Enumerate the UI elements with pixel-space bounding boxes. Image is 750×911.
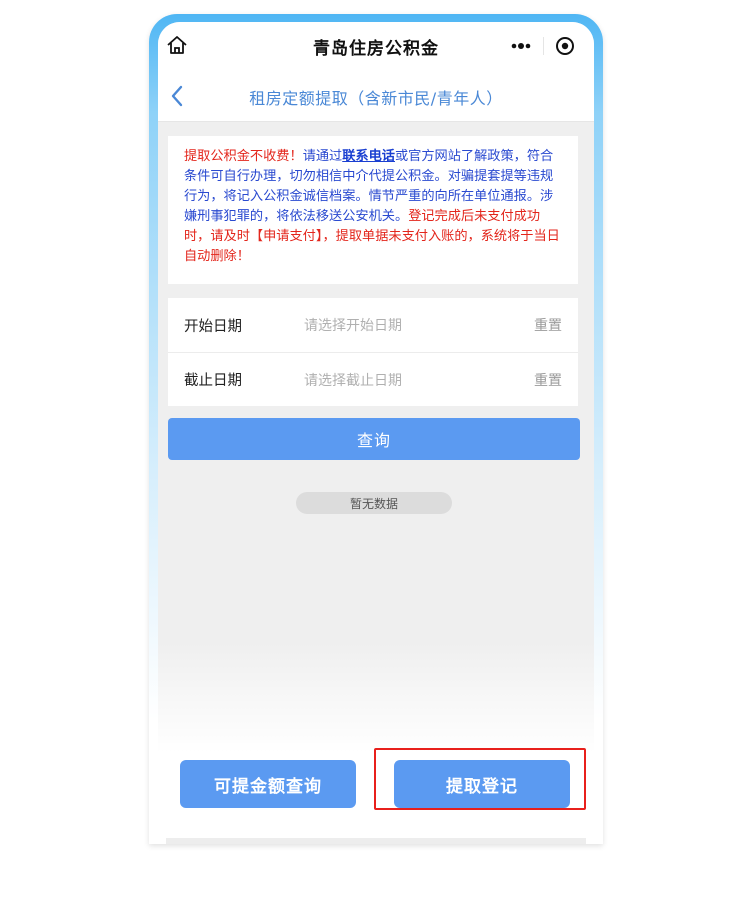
capsule-menu: [500, 31, 586, 61]
more-icon[interactable]: [500, 31, 543, 61]
query-button[interactable]: 查询: [168, 418, 580, 460]
end-date-row[interactable]: 截止日期 请选择截止日期 重置: [168, 352, 578, 406]
notice-panel: 提取公积金不收费！请通过联系电话或官方网站了解政策，符合条件可自行办理，切勿相信…: [168, 136, 578, 284]
phone-frame: 青岛住房公积金 租房定额提取（含新市民/青年人） 提取公积金不收费！请通过联系电…: [149, 14, 603, 844]
highlight-annotation-box: [374, 748, 586, 810]
notice-text-prefix: 请通过: [302, 149, 343, 164]
bottom-panel: [158, 642, 594, 844]
contact-phone-link[interactable]: 联系电话: [342, 149, 395, 164]
start-date-picker[interactable]: 请选择开始日期: [304, 315, 402, 335]
app-screen: 青岛住房公积金 租房定额提取（含新市民/青年人） 提取公积金不收费！请通过联系电…: [158, 22, 594, 844]
bottom-bar: [166, 838, 586, 844]
date-filter-form: 开始日期 请选择开始日期 重置 截止日期 请选择截止日期 重置: [168, 298, 578, 406]
start-date-reset-button[interactable]: 重置: [534, 315, 562, 335]
end-date-picker[interactable]: 请选择截止日期: [304, 370, 402, 390]
mini-program-nav-bar: 青岛住房公积金: [158, 22, 594, 70]
page-header: 租房定额提取（含新市民/青年人）: [158, 70, 594, 122]
notice-warning-text: 提取公积金不收费！: [184, 149, 303, 164]
start-date-row[interactable]: 开始日期 请选择开始日期 重置: [168, 298, 578, 352]
close-circle-icon[interactable]: [543, 31, 586, 61]
end-date-label: 截止日期: [184, 373, 242, 389]
end-date-reset-button[interactable]: 重置: [534, 370, 562, 390]
available-amount-query-button[interactable]: 可提金额查询: [180, 760, 356, 808]
start-date-label: 开始日期: [184, 318, 242, 335]
empty-state-badge: 暂无数据: [296, 492, 452, 514]
page-title: 租房定额提取（含新市民/青年人）: [249, 89, 503, 108]
